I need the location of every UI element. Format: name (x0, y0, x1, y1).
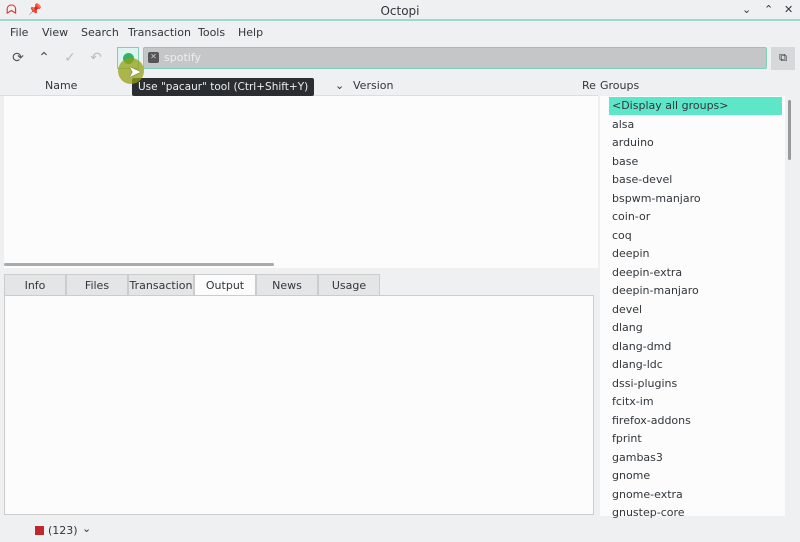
tab-news[interactable]: News (256, 274, 318, 296)
group-item[interactable]: bspwm-manjaro (612, 190, 701, 208)
menu-tools[interactable]: Tools (198, 26, 225, 39)
menu-search[interactable]: Search (81, 26, 119, 39)
group-item[interactable]: base (612, 153, 638, 171)
group-item[interactable]: gnome (612, 467, 650, 485)
close-icon[interactable]: ✕ (784, 3, 793, 16)
tab-transaction[interactable]: Transaction (128, 274, 194, 296)
group-item[interactable]: gambas3 (612, 449, 663, 467)
commit-check-icon[interactable]: ✓ (60, 50, 80, 68)
maximize-icon[interactable]: ⌃ (764, 3, 773, 16)
menu-file[interactable]: File (10, 26, 28, 39)
group-item[interactable]: deepin (612, 245, 650, 263)
group-item[interactable]: deepin-extra (612, 264, 682, 282)
tab-info[interactable]: Info (4, 274, 66, 296)
sync-icon[interactable]: ⟳ (8, 50, 28, 68)
group-item[interactable]: devel (612, 301, 642, 319)
groups-scrollbar[interactable] (788, 100, 791, 160)
tab-usage[interactable]: Usage (318, 274, 380, 296)
output-panel (4, 295, 594, 515)
column-repository[interactable]: Re (582, 79, 596, 92)
group-item[interactable]: dssi-plugins (612, 375, 677, 393)
menu-transaction[interactable]: Transaction (128, 26, 191, 39)
group-item[interactable]: firefox-addons (612, 412, 691, 430)
group-item[interactable]: arduino (612, 134, 654, 152)
window-title: Octopi (380, 4, 420, 18)
group-item[interactable]: fcitx-im (612, 393, 654, 411)
column-version[interactable]: Version (353, 79, 393, 92)
package-list[interactable] (4, 96, 598, 268)
search-value: spotify (164, 51, 202, 64)
group-item[interactable]: fprint (612, 430, 642, 448)
group-item[interactable]: <Display all groups> (609, 97, 782, 115)
group-item[interactable]: gnustep-core (612, 504, 685, 522)
horizontal-scrollbar[interactable] (4, 263, 274, 266)
group-item[interactable]: deepin-manjaro (612, 282, 699, 300)
group-item[interactable]: alsa (612, 116, 634, 134)
minimize-icon[interactable]: ⌄ (742, 3, 751, 16)
tab-files[interactable]: Files (66, 274, 128, 296)
group-item[interactable]: gnome-extra (612, 486, 683, 504)
clear-search-icon[interactable]: ✕ (148, 52, 159, 63)
column-name[interactable]: Name (45, 79, 77, 92)
group-item[interactable]: base-devel (612, 171, 672, 189)
group-item[interactable]: coin-or (612, 208, 650, 226)
sort-chevron-icon[interactable]: ⌄ (335, 79, 344, 92)
group-item[interactable]: coq (612, 227, 632, 245)
group-item[interactable]: dlang-ldc (612, 356, 663, 374)
title-bar: ᗣ 📌 Octopi ⌄ ⌃ ✕ (0, 0, 800, 21)
mouse-cursor-icon: ➤ (128, 62, 142, 81)
search-input[interactable]: ✕ spotify (143, 47, 767, 69)
groups-toggle-button[interactable]: ⧉ (771, 47, 795, 70)
group-item[interactable]: dlang (612, 319, 643, 337)
tab-output[interactable]: Output (194, 274, 256, 296)
groups-header: Groups (600, 79, 640, 92)
upgrade-icon[interactable]: ⌃ (34, 50, 54, 68)
groups-icon: ⧉ (779, 51, 787, 64)
groups-list[interactable]: <Display all groups> alsa arduino base base-… (600, 96, 785, 519)
status-chevron-icon[interactable]: ⌄ (82, 522, 91, 535)
menu-help[interactable]: Help (238, 26, 263, 39)
rollback-icon[interactable]: ↶ (86, 50, 106, 68)
tooltip: Use "pacaur" tool (Ctrl+Shift+Y) (132, 78, 315, 96)
group-item[interactable]: dlang-dmd (612, 338, 671, 356)
outdated-status-icon (35, 526, 44, 535)
menu-view[interactable]: View (42, 26, 68, 39)
status-count: (123) (48, 524, 78, 537)
